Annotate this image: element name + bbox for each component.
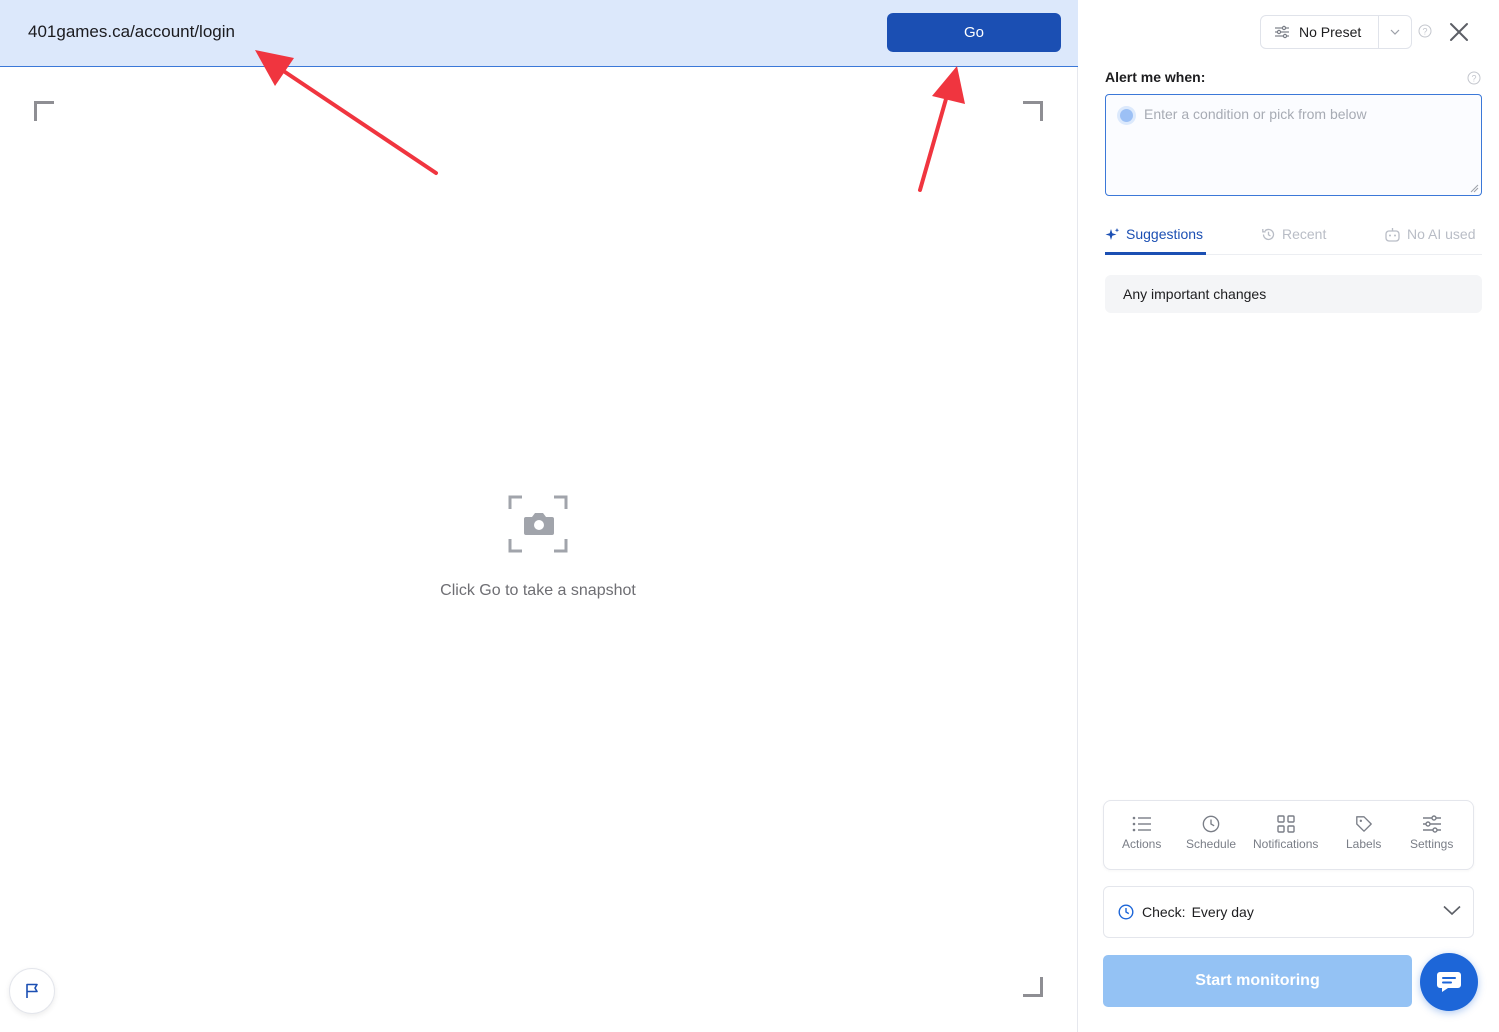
frame-corner-bottom-right	[1023, 977, 1043, 997]
flag-icon	[26, 983, 38, 998]
tool-label: Schedule	[1186, 837, 1237, 851]
chevron-down-icon	[1390, 29, 1400, 35]
suggestion-tabs: Suggestions Recent No AI used	[1105, 220, 1482, 255]
tool-label: Actions	[1122, 837, 1162, 851]
close-icon[interactable]	[1449, 22, 1469, 42]
tag-icon	[1355, 816, 1372, 832]
list-icon	[1132, 816, 1151, 832]
camera-icon	[508, 495, 568, 553]
tab-label: Recent	[1282, 226, 1327, 242]
help-icon[interactable]: ?	[1467, 71, 1481, 85]
tab-no-ai[interactable]: No AI used	[1384, 226, 1476, 242]
alert-label: Alert me when:	[1105, 69, 1206, 85]
sliders-icon	[1275, 25, 1289, 39]
check-label: Check:	[1142, 904, 1186, 920]
active-tab-indicator	[1105, 252, 1206, 255]
go-button[interactable]: Go	[887, 13, 1061, 52]
tool-label: Notifications	[1253, 837, 1319, 851]
tool-notifications[interactable]: Notifications	[1253, 815, 1318, 851]
condition-placeholder: Enter a condition or pick from below	[1144, 106, 1367, 122]
robot-icon	[1385, 227, 1400, 242]
tool-label: Labels	[1346, 837, 1382, 851]
ai-indicator-dot	[1120, 109, 1133, 122]
tool-labels[interactable]: Labels	[1346, 815, 1381, 851]
snapshot-pane: 401games.ca/account/login Go Click Go to…	[0, 0, 1078, 1032]
svg-text:?: ?	[1422, 27, 1427, 37]
grid-icon	[1276, 815, 1295, 833]
tab-suggestions[interactable]: Suggestions	[1105, 226, 1203, 242]
settings-toolbar: Actions Schedule Notifications Labels Se…	[1103, 800, 1474, 870]
tab-recent[interactable]: Recent	[1261, 226, 1326, 242]
monitor-settings-panel: No Preset ? Alert me when: ? Enter a con…	[1079, 0, 1499, 1032]
start-monitoring-button[interactable]: Start monitoring	[1103, 955, 1412, 1007]
tool-actions[interactable]: Actions	[1122, 815, 1161, 851]
empty-snapshot-text: Click Go to take a snapshot	[440, 582, 636, 599]
report-button[interactable]	[9, 968, 55, 1014]
frame-corner-top-right	[1023, 101, 1043, 121]
tool-settings[interactable]: Settings	[1410, 815, 1453, 851]
clock-icon	[1202, 815, 1220, 833]
chat-icon	[1437, 972, 1461, 992]
svg-text:?: ?	[1471, 74, 1476, 84]
annotation-arrow-url	[255, 50, 438, 175]
history-icon	[1262, 228, 1275, 240]
sparkle-icon	[1105, 227, 1120, 240]
url-input[interactable]: 401games.ca/account/login	[28, 22, 235, 42]
chat-button[interactable]	[1420, 953, 1478, 1011]
suggestion-item[interactable]: Any important changes	[1105, 275, 1482, 313]
preset-label: No Preset	[1299, 24, 1362, 40]
help-icon[interactable]: ?	[1418, 24, 1432, 38]
check-value: Every day	[1191, 904, 1254, 920]
preset-dropdown-toggle[interactable]	[1379, 29, 1411, 35]
tab-label: No AI used	[1407, 226, 1476, 242]
preset-selector[interactable]: No Preset	[1260, 15, 1412, 49]
tab-label: Suggestions	[1126, 226, 1204, 242]
annotation-arrow-go	[918, 66, 965, 192]
tool-schedule[interactable]: Schedule	[1186, 815, 1236, 851]
sliders-icon	[1422, 815, 1441, 833]
preset-main[interactable]: No Preset	[1261, 16, 1379, 48]
resize-handle-icon[interactable]	[1470, 184, 1479, 193]
clock-icon	[1118, 904, 1134, 920]
url-bar: 401games.ca/account/login Go	[0, 0, 1078, 67]
condition-input[interactable]: Enter a condition or pick from below	[1105, 94, 1482, 196]
chevron-down-icon	[1443, 905, 1461, 916]
check-frequency-select[interactable]: Check: Every day	[1103, 886, 1474, 938]
tool-label: Settings	[1410, 837, 1454, 851]
frame-corner-top-left	[34, 101, 54, 121]
